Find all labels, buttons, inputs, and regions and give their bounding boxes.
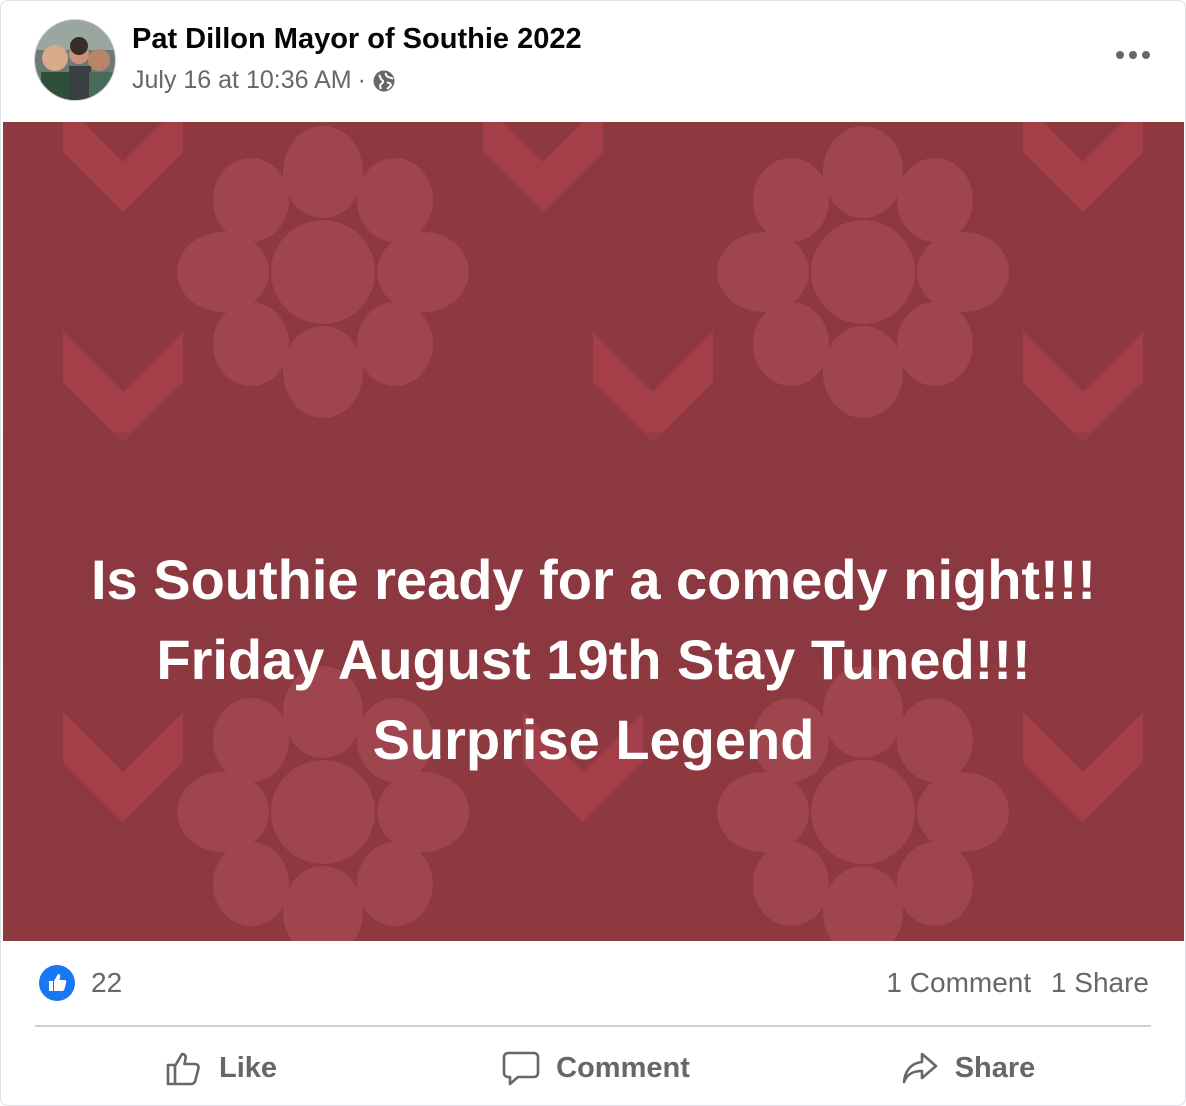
globe-icon[interactable] xyxy=(372,69,396,93)
comment-count[interactable]: 1 Comment xyxy=(886,967,1031,998)
meta-separator: · xyxy=(357,66,366,94)
post-timestamp[interactable]: July 16 at 10:36 AM xyxy=(132,66,352,95)
comment-bubble-icon xyxy=(502,1051,540,1086)
share-count[interactable]: 1 Share xyxy=(1051,967,1149,998)
author-name[interactable]: Pat Dillon Mayor of Southie 2022 xyxy=(132,23,582,56)
post-meta: July 16 at 10:36 AM · xyxy=(132,66,396,95)
post-header: Pat Dillon Mayor of Southie 2022 July 16… xyxy=(1,1,1185,121)
overlay-line-1: Is Southie ready for a comedy night!!! xyxy=(90,548,1097,611)
like-count[interactable]: 22 xyxy=(91,967,122,999)
like-button[interactable]: Like xyxy=(151,1037,291,1099)
comment-button[interactable]: Comment xyxy=(491,1037,701,1099)
engagement-stats: 1 Comment 1 Share xyxy=(886,967,1149,999)
overlay-line-3: Surprise Legend xyxy=(372,708,815,771)
overlay-line-2: Friday August 19th Stay Tuned!!! xyxy=(156,628,1031,691)
share-button[interactable]: Share xyxy=(893,1037,1043,1099)
post-actions: Like Comment Share xyxy=(1,1037,1185,1099)
like-reaction-icon[interactable] xyxy=(39,965,75,1001)
author-avatar[interactable] xyxy=(34,19,116,101)
background-pattern xyxy=(3,122,1184,941)
share-arrow-icon xyxy=(902,1052,937,1084)
comment-label: Comment xyxy=(556,1051,690,1084)
more-horizontal-icon[interactable] xyxy=(1109,37,1157,73)
share-label: Share xyxy=(954,1051,1036,1084)
like-label: Like xyxy=(218,1051,278,1084)
actions-divider xyxy=(35,1025,1151,1027)
post-image[interactable]: Is Southie ready for a comedy night!!! F… xyxy=(3,122,1184,941)
thumbs-up-icon xyxy=(166,1052,200,1086)
post-text-overlay: Is Southie ready for a comedy night!!! F… xyxy=(3,540,1184,780)
post-card: Pat Dillon Mayor of Southie 2022 July 16… xyxy=(0,0,1186,1106)
